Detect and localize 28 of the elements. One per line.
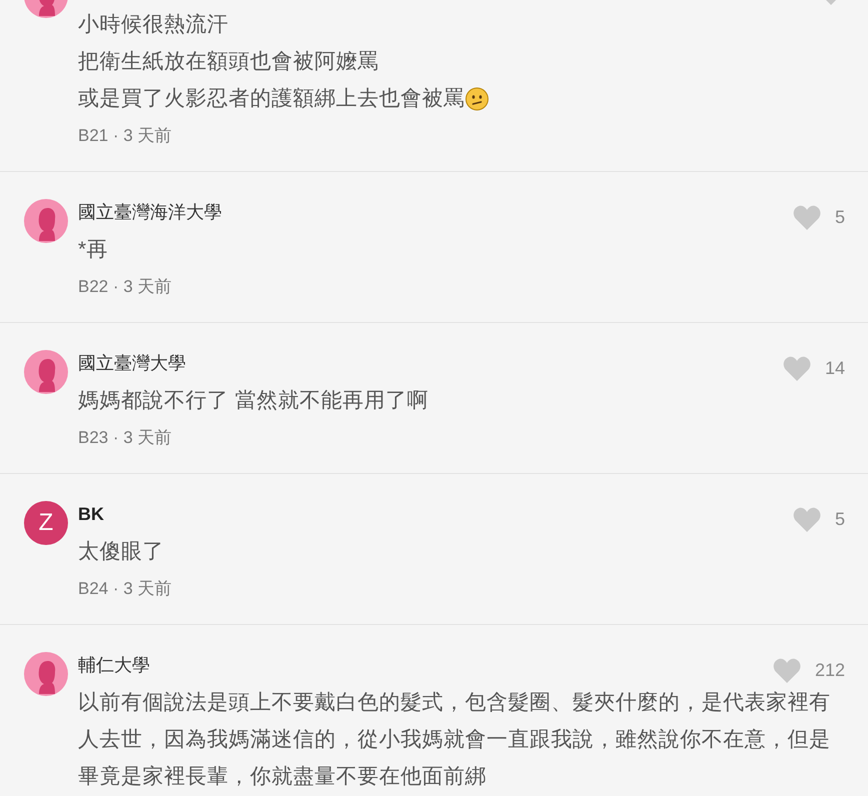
- comment-text: 或是買了火影忍者的護額綁上去也會被罵: [78, 86, 465, 112]
- heart-icon[interactable]: [792, 506, 821, 532]
- author-name: 國立臺灣大學: [78, 352, 187, 375]
- author-name: BK: [78, 503, 105, 526]
- avatar-icon: [24, 350, 68, 394]
- like-count: 5: [834, 508, 845, 530]
- avatar-icon: [24, 199, 68, 243]
- comment-meta: B24 · 3 天前: [78, 578, 173, 600]
- comment-text: 媽媽都說不行了 當然就不能再用了啊: [78, 388, 428, 414]
- comment-meta: B21 · 3 天前: [78, 125, 173, 147]
- emoji-icon: [465, 86, 489, 110]
- heart-icon[interactable]: [792, 204, 821, 230]
- like-count: 14: [824, 356, 845, 380]
- avatar-icon: [24, 652, 68, 696]
- comment-meta: B22 · 3 天前: [78, 276, 173, 298]
- comment-text: 以前有個說法是頭上不要戴白色的髮式，包含髮圈、髮夾什麼的，是代表家裡有人去世，因為我媽滿迷信的，從小我媽就會一直跟我說，雖然說你不在意，但是畢竟是家裡長輩，你就盡量不要在他面前綁: [78, 690, 832, 790]
- like-count: 212: [814, 658, 845, 682]
- author-name: 國立臺灣海洋大學: [78, 201, 223, 224]
- comment-text: *再: [78, 237, 108, 263]
- like-count: 5: [834, 206, 845, 228]
- author-name: 輔仁大學: [78, 654, 151, 677]
- comment-text: 小時候很熱流汗: [78, 12, 228, 38]
- heart-icon[interactable]: [782, 356, 811, 380]
- comment-meta: B23 · 3 天前: [78, 427, 173, 449]
- comment-text: 把衛生紙放在額頭也會被阿嬤罵: [78, 49, 379, 75]
- avatar: Z: [24, 501, 68, 545]
- comment-text: 太傻眼了: [78, 539, 164, 565]
- heart-icon[interactable]: [772, 658, 801, 682]
